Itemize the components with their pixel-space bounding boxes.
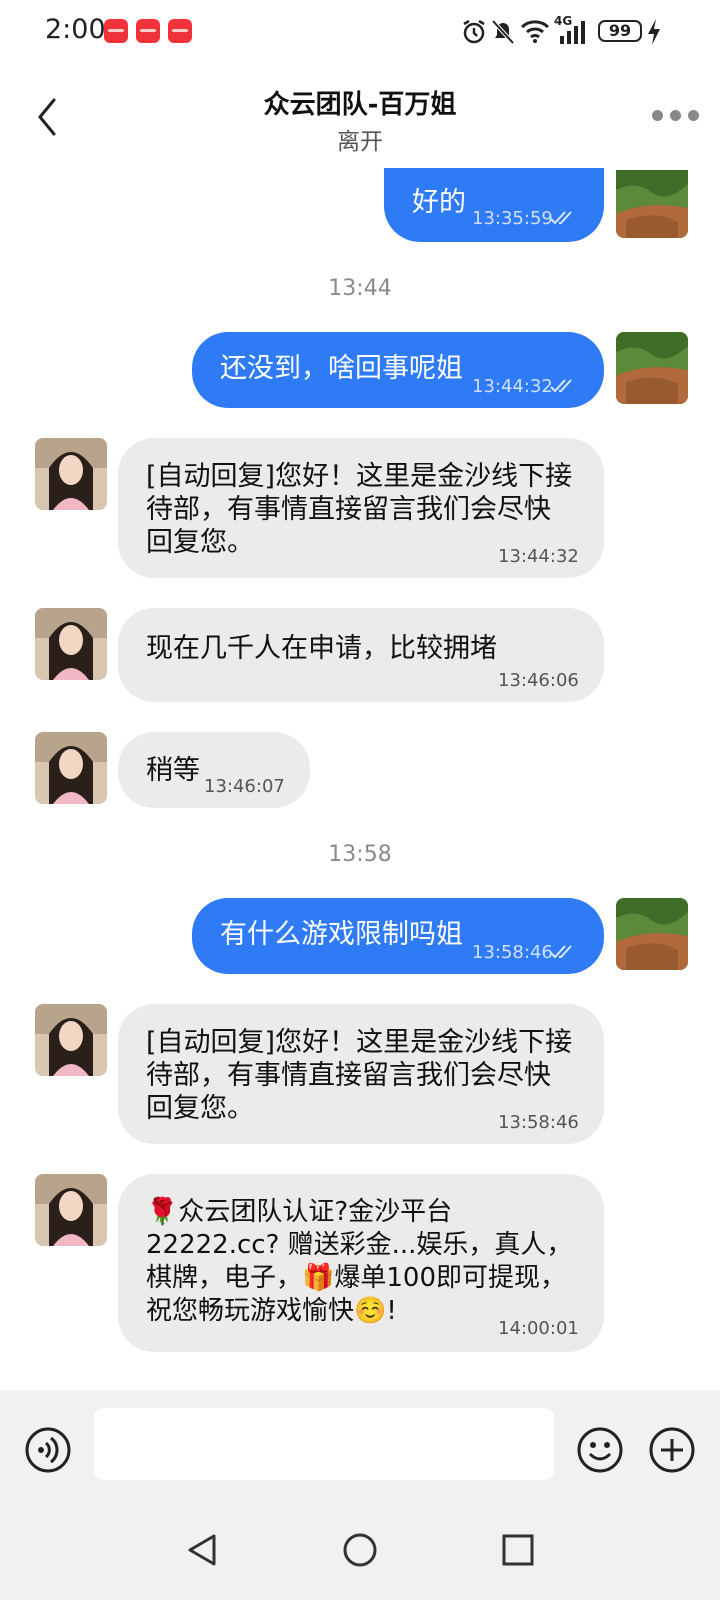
incoming-message[interactable]: 现在几千人在申请，比较拥堵 13:46:06 <box>118 608 604 702</box>
contact-avatar[interactable] <box>35 608 107 680</box>
contact-avatar[interactable] <box>35 438 107 510</box>
notification-app-icon <box>168 19 192 43</box>
battery-level: 99 <box>608 21 632 40</box>
message-time: 13:58:46 <box>498 1112 579 1133</box>
nav-recent-button[interactable] <box>492 1524 544 1576</box>
time-divider: 13:44 <box>328 276 392 301</box>
message-text: 好的 <box>412 187 466 218</box>
avatar-image <box>35 1174 107 1246</box>
message-text: 有什么游戏限制吗姐 <box>220 919 463 950</box>
battery-icon: 99 <box>598 20 642 42</box>
voice-button[interactable] <box>24 1426 72 1474</box>
triangle-back-icon <box>188 1534 216 1566</box>
incoming-message[interactable]: [自动回复]您好！这里是金沙线下接 待部，有事情直接留言我们会尽快 回复您。 13:… <box>118 1004 604 1144</box>
message-time: 14:00:01 <box>498 1318 579 1339</box>
message-time: 13:46:07 <box>204 776 285 797</box>
message-input-bar <box>0 1390 720 1500</box>
avatar-image <box>616 898 688 970</box>
contact-status: 离开 <box>337 129 383 155</box>
signal-icon <box>560 21 585 44</box>
attach-button[interactable] <box>648 1426 696 1474</box>
message-text: [自动回复]您好！这里是金沙线下接 待部，有事情直接留言我们会尽快 回复您。 <box>146 461 573 558</box>
incoming-message[interactable]: 稍等 13:46:07 <box>118 732 310 808</box>
emoji-icon <box>577 1427 623 1473</box>
outgoing-message[interactable]: 还没到，啥回事呢姐 13:44:32 <box>192 332 604 408</box>
nav-back-button[interactable] <box>176 1524 228 1576</box>
message-time: 13:44:32 <box>472 376 553 397</box>
read-ticks-icon <box>550 379 572 393</box>
outgoing-message[interactable]: 好的 13:35:59 <box>384 168 604 242</box>
voice-icon <box>25 1427 71 1473</box>
message-list[interactable]: 好的 13:35:59 13:44 还没到，啥回事呢姐 13:44:32 [自动… <box>0 168 720 1390</box>
emoji-button[interactable] <box>576 1426 624 1474</box>
message-text: 现在几千人在申请，比较拥堵 <box>146 633 497 664</box>
outgoing-message[interactable]: 有什么游戏限制吗姐 13:58:46 <box>192 898 604 974</box>
avatar-image <box>616 170 688 238</box>
message-time: 13:46:06 <box>498 670 579 691</box>
message-time: 13:58:46 <box>472 942 553 963</box>
message-text: 🌹众云团队认证?金沙平台 22222.cc? 赠送彩金...娱乐，真人， 棋牌，电子… <box>146 1197 573 1326</box>
avatar-image <box>616 332 688 404</box>
status-bar: 2:00 4G 99 <box>0 0 720 64</box>
read-ticks-icon <box>550 945 572 959</box>
message-text: 稍等 <box>146 755 200 786</box>
chat-header: 众云团队-百万姐 离开 <box>0 64 720 168</box>
charging-icon <box>648 19 660 45</box>
mute-bell-icon <box>491 19 515 45</box>
nav-home-button[interactable] <box>334 1524 386 1576</box>
square-recent-icon <box>502 1534 534 1566</box>
message-text: 还没到，啥回事呢姐 <box>220 353 463 384</box>
my-avatar[interactable] <box>616 898 688 970</box>
status-time: 2:00 <box>45 14 106 45</box>
message-time: 13:35:59 <box>472 208 553 229</box>
incoming-message[interactable]: [自动回复]您好！这里是金沙线下接 待部，有事情直接留言我们会尽快 回复您。 13:… <box>118 438 604 578</box>
incoming-message[interactable]: 🌹众云团队认证?金沙平台 22222.cc? 赠送彩金...娱乐，真人， 棋牌，电子… <box>118 1174 604 1352</box>
plus-icon <box>649 1427 695 1473</box>
system-navigation-bar <box>0 1500 720 1600</box>
wifi-icon <box>520 20 550 43</box>
time-divider: 13:58 <box>328 842 392 867</box>
avatar-image <box>35 732 107 804</box>
avatar-image <box>35 438 107 510</box>
chat-title: 众云团队-百万姐 <box>263 90 457 120</box>
circle-home-icon <box>343 1533 377 1567</box>
read-ticks-icon <box>550 211 572 225</box>
more-options-button[interactable] <box>644 104 699 128</box>
contact-avatar[interactable] <box>35 1004 107 1076</box>
notification-app-icon <box>136 19 160 43</box>
contact-avatar[interactable] <box>35 732 107 804</box>
message-time: 13:44:32 <box>498 546 579 567</box>
alarm-icon <box>463 19 485 44</box>
contact-avatar[interactable] <box>35 1174 107 1246</box>
message-text: [自动回复]您好！这里是金沙线下接 待部，有事情直接留言我们会尽快 回复您。 <box>146 1027 573 1124</box>
avatar-image <box>35 1004 107 1076</box>
avatar-image <box>35 608 107 680</box>
message-input[interactable] <box>94 1408 554 1480</box>
notification-app-icon <box>104 19 128 43</box>
my-avatar[interactable] <box>616 170 688 238</box>
my-avatar[interactable] <box>616 332 688 404</box>
